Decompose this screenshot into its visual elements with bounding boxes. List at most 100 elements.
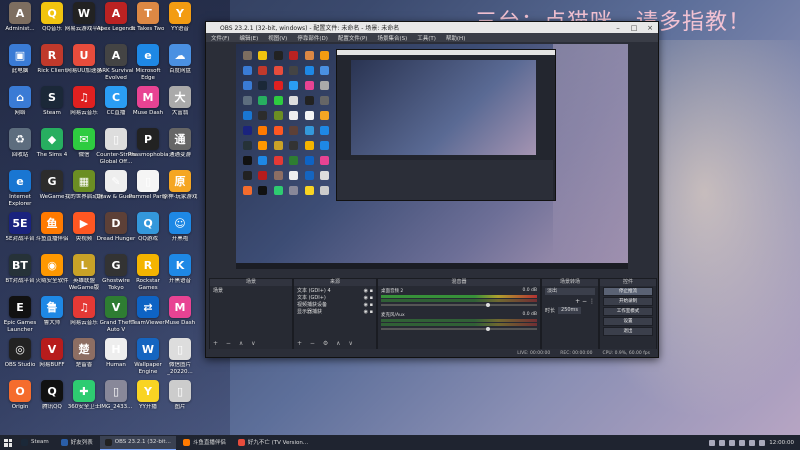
studio-mode-button[interactable]: 工作室模式 <box>603 307 653 316</box>
scenes-dock-header: 场景 <box>210 279 292 286</box>
obs-preview[interactable] <box>236 44 628 269</box>
preview-icon <box>273 155 283 165</box>
app-icon: W <box>137 338 159 360</box>
desktop-icon[interactable]: 通通通变游 <box>162 128 198 159</box>
taskbar-app-label: 好九不亡 (TV Version... <box>247 440 309 446</box>
eye-lock-icon[interactable]: ◉ ▪ <box>364 309 373 316</box>
start-button[interactable] <box>0 435 16 450</box>
preview-icon <box>273 50 283 60</box>
desktop-icon[interactable]: ▯ Counter-Strike Global Off... <box>96 128 136 165</box>
desktop-icon[interactable]: e Microsoft Edge <box>130 44 166 81</box>
app-icon: Q <box>41 380 63 402</box>
app-icon: V <box>41 338 63 360</box>
network-icon[interactable] <box>759 439 766 446</box>
taskbar-app[interactable]: Steam <box>16 436 54 450</box>
preview-icon <box>242 95 252 105</box>
eye-lock-icon[interactable]: ◉ ▪ <box>364 288 373 295</box>
desktop-icon[interactable]: ▯ 微信图片_20220... <box>162 338 198 375</box>
maximize-button[interactable]: □ <box>626 24 642 32</box>
menu-item[interactable]: 配置文件(P) <box>333 34 373 42</box>
app-icon: 楚 <box>73 338 95 360</box>
menu-item[interactable]: 停靠部件(D) <box>292 34 333 42</box>
preview-icon <box>242 125 252 135</box>
menu-item[interactable]: 帮助(H) <box>441 34 470 42</box>
desktop-icon[interactable]: E Epic Games Launcher <box>2 296 38 333</box>
taskbar-app[interactable]: 斗鱼直播伴侣 <box>178 436 231 450</box>
transitions-dock: 场景转场 淡出 + − ⋮ 时长 250ms <box>541 278 599 350</box>
app-icon: P <box>137 128 159 150</box>
desktop-icon-label: 原神·玩家游戏 <box>162 194 198 200</box>
preview-icon <box>242 110 252 120</box>
taskbar-app[interactable]: 好友列表 <box>56 436 98 450</box>
menu-item[interactable]: 场景集合(S) <box>372 34 412 42</box>
desktop-icon[interactable]: R Rockstar Games <box>130 254 166 291</box>
tray-icon[interactable] <box>729 439 736 446</box>
scenes-toolbar[interactable]: + − ∧ ∨ <box>213 340 259 347</box>
desktop-icon-label: 微信图片_20220... <box>167 362 193 375</box>
exit-button[interactable]: 退出 <box>603 327 653 336</box>
app-icon <box>21 438 28 446</box>
transition-add-remove[interactable]: + − ⋮ <box>545 298 595 305</box>
tray-icon[interactable] <box>709 439 716 446</box>
desktop-icon[interactable]: M Muse Dash <box>162 296 198 327</box>
app-icon: Q <box>137 212 159 234</box>
duration-field[interactable]: 250ms <box>558 307 582 314</box>
app-icon: ▣ <box>9 44 31 66</box>
source-item[interactable]: 视频捕获设备 ◉ ▪ <box>297 302 373 309</box>
close-button[interactable]: × <box>642 24 658 32</box>
desktop-icon[interactable]: K 开黑语音 <box>162 254 198 285</box>
app-icon: ▯ <box>105 128 127 150</box>
menu-item[interactable]: 视图(V) <box>263 34 292 42</box>
sources-toolbar[interactable]: + − ⚙ ∧ ∨ <box>297 340 356 347</box>
controls-dock-header: 控件 <box>600 279 656 286</box>
desktop-icon-label: 百度网盘 <box>168 68 191 74</box>
app-icon: ☺ <box>169 212 191 234</box>
volume-slider[interactable] <box>381 303 537 307</box>
preview-icon <box>320 80 330 90</box>
volume-slider[interactable] <box>381 327 537 331</box>
volume-icon[interactable] <box>749 439 756 446</box>
obs-window[interactable]: OBS 23.2.1 (32-bit, windows) - 配置文件: 未命名… <box>205 21 659 358</box>
source-item[interactable]: 文本 (GDI+) ◉ ▪ <box>297 295 373 302</box>
channel-name: 桌面音频 2 <box>381 289 404 294</box>
taskbar-app-label: Steam <box>31 439 49 445</box>
tray-icon[interactable] <box>719 439 726 446</box>
eye-lock-icon[interactable]: ◉ ▪ <box>364 302 373 309</box>
minimize-button[interactable]: – <box>610 24 626 32</box>
preview-icon <box>273 140 283 150</box>
desktop-icon[interactable]: e Internet Explorer <box>2 170 38 207</box>
clock[interactable]: 12:00:00 <box>769 440 794 446</box>
app-icon: L <box>73 254 95 276</box>
taskbar-app[interactable]: 好九不亡 (TV Version... <box>233 436 313 450</box>
cpu-fps: CPU: 0.9%, 60.00 fps <box>602 350 651 356</box>
app-icon <box>182 438 190 446</box>
eye-lock-icon[interactable]: ◉ ▪ <box>364 295 373 302</box>
tray-icon[interactable] <box>739 439 746 446</box>
taskbar-app[interactable]: OBS 23.2.1 (32-bit... <box>99 435 176 450</box>
desktop-icon[interactable]: ☁ 百度网盘 <box>162 44 198 75</box>
source-item[interactable]: 文本 (GDI+) 4 ◉ ▪ <box>297 288 373 295</box>
desktop-icon[interactable]: 原原神·玩家游戏 <box>162 170 198 201</box>
nested-titlebar <box>337 50 555 55</box>
nested-docks <box>337 160 553 200</box>
preview-icon <box>289 125 299 135</box>
desktop-icon[interactable]: Y YY语音 <box>162 2 198 33</box>
settings-button[interactable]: 设置 <box>603 317 653 326</box>
scene-item[interactable]: 场景 <box>213 288 289 295</box>
menu-item[interactable]: 工具(T) <box>412 34 441 42</box>
menu-item[interactable]: 编辑(E) <box>234 34 263 42</box>
desktop-icon[interactable]: ▯ 图片 <box>162 380 198 411</box>
desktop-icon[interactable]: ☺ 开黑啦 <box>162 212 198 243</box>
controls-dock: 控件 停止推流 开始录制 工作室模式 设置 退出 <box>599 278 657 350</box>
stop-streaming-button[interactable]: 停止推流 <box>603 287 653 296</box>
menu-item[interactable]: 文件(F) <box>206 34 234 42</box>
preview-icon <box>289 185 299 195</box>
desktop-icon[interactable]: V Grand Theft Auto V <box>98 296 134 333</box>
start-recording-button[interactable]: 开始录制 <box>603 297 653 306</box>
preview-icon <box>289 80 299 90</box>
preview-icon <box>242 140 252 150</box>
source-item[interactable]: 显示器捕获 ◉ ▪ <box>297 309 373 316</box>
desktop-icon[interactable]: 大大富翁 <box>162 86 198 117</box>
obs-titlebar[interactable]: OBS 23.2.1 (32-bit, windows) - 配置文件: 未命名… <box>206 22 658 33</box>
transition-select[interactable]: 淡出 <box>545 288 595 295</box>
